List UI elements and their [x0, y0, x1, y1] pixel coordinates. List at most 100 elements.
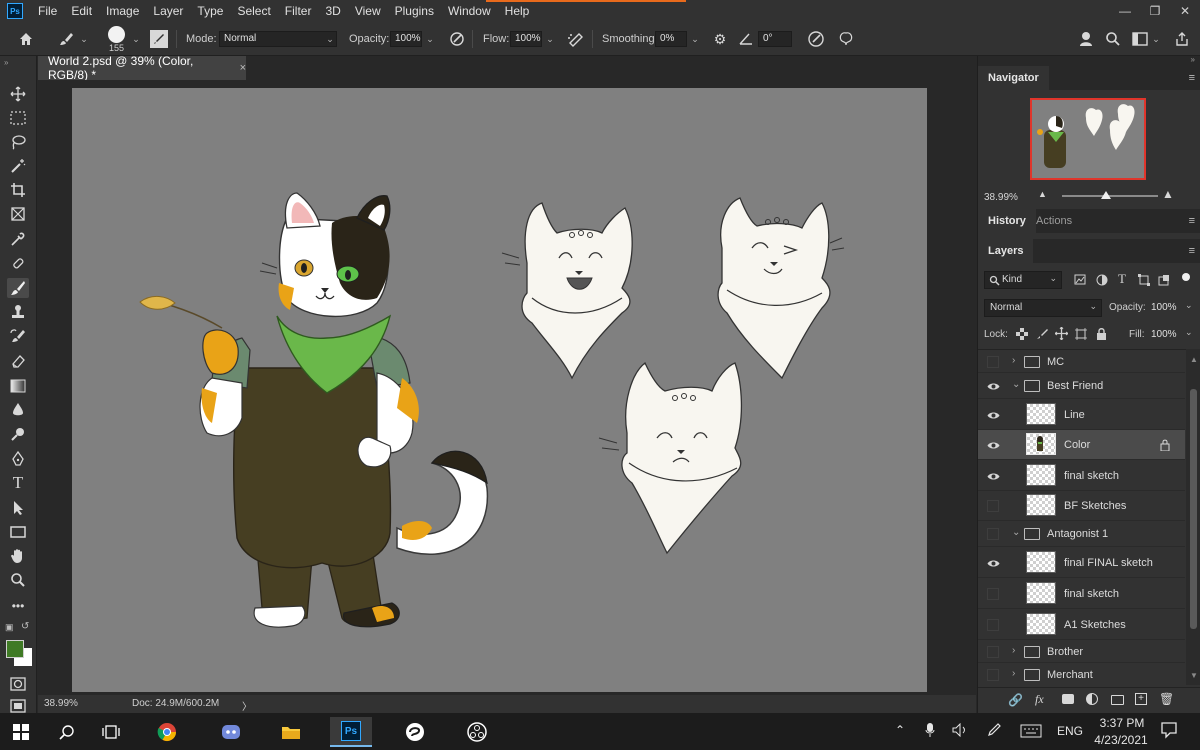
layer-row[interactable]: Line [978, 399, 1185, 430]
blur-tool-icon[interactable] [7, 400, 29, 420]
tab-layers[interactable]: Layers [978, 239, 1034, 263]
taskbar-date[interactable]: 4/23/2021 [1090, 733, 1152, 747]
filter-type-icon[interactable]: T [1118, 271, 1126, 287]
brush-settings-icon[interactable] [150, 30, 168, 48]
fill-value[interactable]: 100% [1151, 329, 1177, 340]
visibility-toggle[interactable] [987, 356, 999, 368]
angle-field[interactable]: 0° [758, 31, 792, 47]
close-icon[interactable]: ✕ [1170, 0, 1200, 22]
visibility-toggle[interactable] [987, 588, 999, 600]
navigator-preview[interactable] [1030, 98, 1146, 180]
pressure-opacity-icon[interactable] [447, 29, 467, 49]
group-icon[interactable] [1111, 695, 1124, 705]
photoshop-taskbar-icon[interactable]: Ps [330, 717, 372, 747]
chevron-right-icon[interactable]: › [1012, 645, 1015, 656]
eyedropper-tool-icon[interactable] [7, 229, 29, 249]
obs-icon[interactable] [456, 717, 498, 747]
clone-stamp-tool-icon[interactable] [7, 302, 29, 322]
lock-all-icon[interactable] [1096, 327, 1107, 343]
discord-icon[interactable] [210, 717, 252, 747]
mode-select[interactable]: Normal [219, 31, 337, 47]
layer-group-row[interactable]: › Merchant [978, 663, 1185, 685]
language-indicator[interactable]: ENG [1057, 724, 1083, 738]
layer-filter-select[interactable]: Kind ⌄ [984, 271, 1062, 289]
expand-panels-icon[interactable]: » [1191, 55, 1195, 64]
layers-list[interactable]: › MC ⌄ Best Friend Line Color final sketch BF S… [978, 349, 1200, 685]
gradient-tool-icon[interactable] [7, 376, 29, 396]
more-tools-icon[interactable]: ••• [7, 596, 29, 616]
menu-file[interactable]: File [31, 0, 64, 22]
filter-adjustment-icon[interactable] [1096, 274, 1108, 289]
chevron-right-icon[interactable]: › [1012, 355, 1015, 366]
lock-transparent-icon[interactable] [1016, 328, 1028, 343]
adjustment-icon[interactable] [1086, 693, 1098, 705]
pressure-size-icon[interactable] [806, 29, 826, 49]
fx-icon[interactable]: fx [1035, 692, 1044, 707]
zoom-out-icon[interactable]: ▲ [1038, 189, 1047, 199]
volume-icon[interactable] [952, 722, 968, 740]
lasso-tool-icon[interactable] [7, 132, 29, 152]
pen-workspace-icon[interactable] [986, 722, 1002, 741]
menu-layer[interactable]: Layer [146, 0, 190, 22]
eye-icon[interactable] [986, 379, 1000, 393]
path-selection-tool-icon[interactable] [7, 498, 29, 518]
gear-icon[interactable]: ⚙ [710, 29, 730, 49]
chevron-right-icon[interactable]: › [1012, 668, 1015, 679]
hand-tool-icon[interactable] [7, 546, 29, 566]
document-tab[interactable]: World 2.psd @ 39% (Color, RGB/8) * × [38, 54, 246, 82]
rectangle-tool-icon[interactable] [7, 522, 29, 542]
scroll-down-icon[interactable]: ▼ [1190, 671, 1198, 680]
minimize-icon[interactable]: — [1110, 0, 1140, 22]
opacity-field[interactable]: 100% [390, 31, 422, 47]
layer-row[interactable]: final sketch [978, 460, 1185, 491]
visibility-toggle[interactable] [987, 669, 999, 681]
filter-shape-icon[interactable] [1138, 274, 1150, 289]
eye-icon[interactable] [986, 408, 1000, 422]
zoom-tool-icon[interactable] [7, 570, 29, 590]
panel-menu-icon[interactable]: ≡ [1189, 215, 1195, 227]
panel-menu-icon[interactable]: ≡ [1189, 72, 1195, 84]
layer-group-row[interactable]: › MC [978, 350, 1185, 373]
menu-select[interactable]: Select [230, 0, 277, 22]
layer-row[interactable]: BF Sketches [978, 491, 1185, 521]
opacity-dropdown-icon[interactable]: ⌄ [424, 31, 436, 47]
airbrush-icon[interactable] [566, 29, 586, 49]
visibility-toggle[interactable] [987, 500, 999, 512]
filter-smart-object-icon[interactable] [1158, 274, 1170, 289]
lock-artboard-icon[interactable] [1075, 328, 1087, 343]
scroll-up-icon[interactable]: ▲ [1190, 355, 1198, 364]
layer-group-row[interactable]: ⌄ Best Friend [978, 373, 1185, 399]
microphone-icon[interactable] [925, 722, 935, 741]
visibility-toggle[interactable] [987, 528, 999, 540]
layer-group-row[interactable]: › Brother [978, 640, 1185, 663]
chevron-down-icon[interactable]: ⌄ [1012, 379, 1020, 390]
tray-expand-icon[interactable]: ⌃ [895, 723, 905, 737]
menu-edit[interactable]: Edit [64, 0, 99, 22]
eraser-tool-icon[interactable] [7, 351, 29, 371]
layer-group-row[interactable]: ⌄ Antagonist 1 [978, 521, 1185, 547]
pen-tool-icon[interactable] [7, 449, 29, 469]
magic-wand-tool-icon[interactable] [7, 156, 29, 176]
keyboard-icon[interactable] [1020, 724, 1042, 741]
brush-tip-preview[interactable] [108, 26, 125, 43]
layer-row[interactable]: Color [978, 430, 1185, 460]
menu-view[interactable]: View [348, 0, 388, 22]
menu-3d[interactable]: 3D [318, 0, 347, 22]
home-icon[interactable] [16, 29, 36, 49]
healing-brush-tool-icon[interactable] [7, 253, 29, 273]
visibility-toggle[interactable] [987, 619, 999, 631]
brush-preset-icon[interactable] [56, 29, 76, 49]
chevron-down-icon[interactable]: ⌄ [1185, 300, 1193, 311]
collapse-icon[interactable]: » [4, 58, 8, 67]
workspace-dropdown-icon[interactable]: ⌄ [1150, 31, 1162, 47]
marquee-tool-icon[interactable] [7, 108, 29, 128]
layer-opacity-value[interactable]: 100% [1151, 302, 1177, 313]
zoom-slider-thumb[interactable] [1101, 191, 1111, 199]
menu-window[interactable]: Window [441, 0, 498, 22]
frame-tool-icon[interactable] [7, 204, 29, 224]
menu-plugins[interactable]: Plugins [388, 0, 441, 22]
chevron-down-icon[interactable]: ⌄ [1012, 527, 1020, 538]
search-icon[interactable] [1103, 29, 1123, 49]
task-view-icon[interactable] [90, 717, 132, 747]
menu-help[interactable]: Help [498, 0, 537, 22]
